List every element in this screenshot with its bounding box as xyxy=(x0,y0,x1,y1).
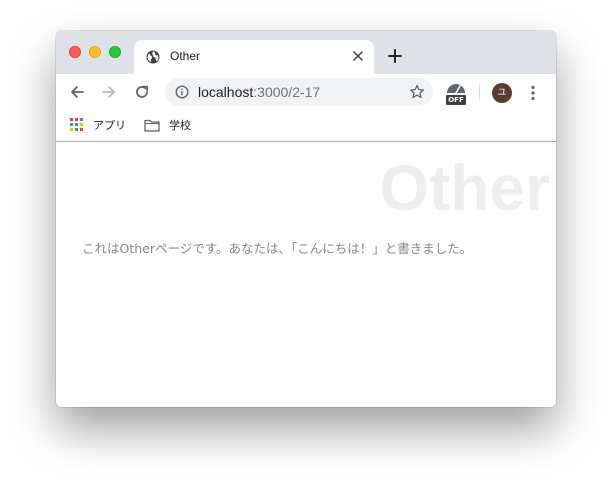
avatar[interactable]: ユ xyxy=(492,83,512,103)
apps-grid-icon xyxy=(70,118,83,131)
close-icon[interactable] xyxy=(350,48,366,64)
star-icon[interactable] xyxy=(409,84,425,100)
zoom-window-button[interactable] xyxy=(109,46,121,58)
url-path: :3000/2-17 xyxy=(253,84,321,100)
kebab-menu-icon[interactable] xyxy=(526,84,540,102)
close-window-button[interactable] xyxy=(69,46,81,58)
bookmarks-bar: アプリ 学校 xyxy=(56,110,556,142)
tab-other[interactable]: Other xyxy=(134,40,374,74)
extension-badge: OFF xyxy=(446,95,466,105)
arrow-left-icon[interactable] xyxy=(68,83,86,101)
address-bar[interactable]: localhost:3000/2-17 xyxy=(165,78,433,106)
browser-toolbar: localhost:3000/2-17 OFF ユ xyxy=(56,74,556,110)
minimize-window-button[interactable] xyxy=(89,46,101,58)
extension-button[interactable]: OFF xyxy=(444,78,470,105)
tab-strip: Other xyxy=(56,31,556,74)
bookmark-folder-label: 学校 xyxy=(169,119,191,132)
page-content: Other これはOtherページです。あなたは、「こんにちは！」と書きました。 xyxy=(56,142,556,407)
url-text[interactable]: localhost:3000/2-17 xyxy=(198,84,320,100)
arrow-right-icon[interactable] xyxy=(100,83,118,101)
page-message: これはOtherページです。あなたは、「こんにちは！」と書きました。 xyxy=(82,241,473,256)
bookmark-apps-label: アプリ xyxy=(93,119,126,132)
url-host: localhost xyxy=(198,84,254,100)
bookmark-folder-school[interactable]: 学校 xyxy=(144,117,191,133)
bookmark-apps[interactable]: アプリ xyxy=(70,117,126,133)
page-watermark-title: Other xyxy=(379,152,550,224)
new-tab-plus-icon[interactable] xyxy=(387,48,403,64)
tab-title: Other xyxy=(170,49,201,63)
toolbar-divider xyxy=(479,84,480,100)
info-icon[interactable] xyxy=(175,85,189,99)
browser-window: Other localhost:3000/2-17 OFF ユ アプリ 学校 O… xyxy=(56,31,556,407)
folder-icon xyxy=(144,119,160,132)
reload-icon[interactable] xyxy=(133,83,151,101)
globe-icon xyxy=(146,50,160,64)
